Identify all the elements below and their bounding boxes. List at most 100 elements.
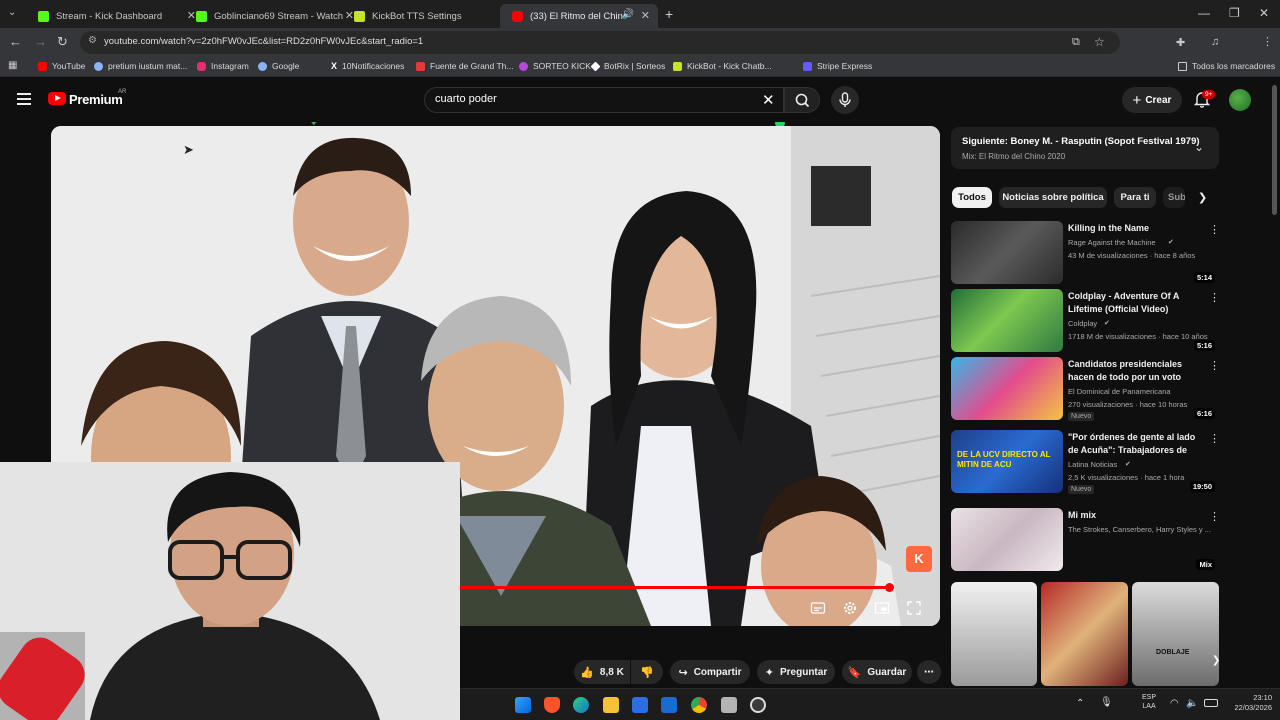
file-explorer-icon[interactable] [603, 697, 619, 713]
more-actions-button[interactable]: ⋯ [917, 660, 941, 684]
video-thumbnail[interactable] [951, 221, 1063, 284]
hamburger-menu-icon[interactable] [17, 93, 31, 105]
windows-start-icon[interactable] [515, 697, 531, 713]
subtitles-icon[interactable] [810, 600, 826, 616]
wifi-icon[interactable]: ◠ [1170, 698, 1179, 709]
save-button[interactable]: 🔖 Guardar [842, 660, 912, 684]
page-scrollbar[interactable] [1272, 85, 1277, 215]
ask-button[interactable]: ✦ Preguntar [757, 660, 835, 684]
bookmark-kickbot[interactable]: KickBot - Kick Chatb... [673, 61, 772, 71]
recommendation-item[interactable]: Mix Mi mix The Strokes, Canserbero, Harr… [951, 508, 1220, 574]
chip-sub[interactable]: Sub [1163, 187, 1185, 208]
bookmark-fuente-gta[interactable]: Fuente de Grand Th... [416, 61, 513, 71]
up-next-mix-panel[interactable]: Siguiente: Boney M. - Rasputin (Sopot Fe… [951, 127, 1219, 169]
search-input[interactable] [435, 93, 735, 105]
video-thumbnail[interactable] [951, 508, 1063, 571]
video-title[interactable]: Mi mix [1068, 509, 1203, 522]
address-bar[interactable]: ⚙ youtube.com/watch?v=2z0hFW0vJEc&list=R… [80, 31, 1120, 54]
like-button[interactable]: 👍 8,8 K [574, 660, 630, 684]
recommendation-item[interactable]: DE LA UCV DIRECTO AL MITIN DE ACU 19:50 … [951, 430, 1220, 496]
chip-todos[interactable]: Todos [952, 187, 992, 208]
video-title[interactable]: "Por órdenes de gente al lado de Acuña":… [1068, 431, 1203, 457]
recommendation-item[interactable]: 5:16 Coldplay - Adventure Of A Lifetime … [951, 289, 1220, 355]
clear-search-icon[interactable]: ✕ [762, 91, 775, 109]
site-info-icon[interactable]: ⚙ [88, 35, 97, 46]
tab-kickbot-tts[interactable]: KickBot TTS Settings ✕ [342, 4, 520, 28]
media-control-icon[interactable]: ♫ [1211, 36, 1219, 48]
channel-name[interactable]: El Dominical de Panamericana [1068, 387, 1171, 396]
apps-grid-icon[interactable]: ▦ [8, 60, 17, 71]
obs-recording-icon[interactable] [750, 697, 766, 713]
shorts-thumbnail[interactable] [1041, 582, 1128, 686]
channel-name[interactable]: Coldplay [1068, 319, 1097, 328]
more-options-icon[interactable]: ⋮ [1209, 291, 1220, 304]
chip-noticias-politica[interactable]: Noticias sobre política [999, 187, 1107, 208]
tab-goblinciano-stream[interactable]: Goblinciano69 Stream - Watch ✕ [184, 4, 362, 28]
settings-gear-icon[interactable] [842, 600, 858, 616]
more-options-icon[interactable]: ⋮ [1209, 510, 1220, 523]
minimize-icon[interactable]: — [1198, 6, 1210, 20]
search-button[interactable] [784, 87, 820, 113]
account-avatar[interactable] [1229, 89, 1251, 111]
video-thumbnail[interactable] [951, 357, 1063, 420]
keyboard-language-indicator[interactable]: ESP LAA [1142, 693, 1156, 711]
system-clock[interactable]: 23:10 22/03/2026 [1224, 693, 1272, 713]
chrome-menu-icon[interactable]: ⋮ [1262, 35, 1273, 48]
chrome-icon[interactable] [691, 697, 707, 713]
search-box[interactable] [424, 87, 784, 113]
miniplayer-icon[interactable] [874, 600, 890, 616]
bookmark-youtube[interactable]: YouTube [38, 61, 85, 71]
brave-browser-icon[interactable] [544, 697, 560, 713]
bookmark-botrix[interactable]: BotRix | Sorteos [590, 61, 665, 71]
back-icon[interactable]: ← [9, 34, 22, 49]
install-app-icon[interactable]: ⧉ [1072, 36, 1080, 49]
store-icon[interactable] [632, 697, 648, 713]
bookmark-sorteo-kick[interactable]: SORTEO KICK [519, 61, 591, 71]
channel-name[interactable]: Rage Against the Machine [1068, 238, 1156, 247]
edge-browser-icon[interactable] [573, 697, 589, 713]
chevron-down-icon[interactable]: ⌄ [1194, 140, 1204, 154]
video-progress-bar[interactable] [460, 586, 890, 589]
bookmark-google[interactable]: Google [258, 61, 299, 71]
fullscreen-icon[interactable] [906, 600, 922, 616]
bookmark-star-icon[interactable]: ☆ [1094, 35, 1105, 49]
all-bookmarks-folder[interactable]: Todos los marcadores [1178, 61, 1275, 71]
reload-icon[interactable]: ↻ [57, 34, 68, 50]
tab-search-icon[interactable]: ⌄ [8, 7, 16, 18]
shorts-thumbnail[interactable] [951, 582, 1037, 686]
recommendation-item[interactable]: 6:16 Candidatos presidenciales hacen de … [951, 357, 1220, 423]
bookmark-instagram[interactable]: Instagram [197, 61, 249, 71]
extensions-puzzle-icon[interactable]: ✚ [1176, 36, 1185, 49]
shorts-thumbnail[interactable]: DOBLAJE [1132, 582, 1219, 686]
bookmark-pretium[interactable]: pretium iustum mat... [94, 61, 187, 71]
video-title[interactable]: Killing in the Name [1068, 222, 1203, 235]
video-title[interactable]: Candidatos presidenciales hacen de todo … [1068, 358, 1203, 383]
chevron-right-icon[interactable]: ❯ [1198, 191, 1207, 204]
tab-youtube-active[interactable]: (33) El Ritmo del Chino 202 🔊 ✕ [500, 4, 658, 28]
youtube-logo-icon[interactable] [48, 92, 66, 105]
video-thumbnail[interactable] [951, 289, 1063, 352]
tab-kick-dashboard[interactable]: Stream - Kick Dashboard ✕ [26, 4, 204, 28]
bookmark-x-notificaciones[interactable]: X 10Notificaciones [331, 61, 404, 71]
speaker-icon[interactable]: 🔊 [622, 9, 634, 20]
close-icon[interactable]: ✕ [641, 9, 650, 22]
chevron-up-icon[interactable]: ⌃ [1076, 698, 1084, 709]
more-options-icon[interactable]: ⋮ [1209, 359, 1220, 372]
restore-icon[interactable]: ❐ [1229, 6, 1240, 20]
tray-mic-icon[interactable]: 🎙 [1100, 697, 1113, 708]
youtube-premium-label[interactable]: Premium [69, 92, 123, 107]
channel-name[interactable]: Latina Noticias [1068, 460, 1117, 469]
progress-scrubber[interactable] [885, 583, 894, 592]
forward-icon[interactable]: → [34, 34, 47, 49]
outlook-icon[interactable] [661, 697, 677, 713]
create-button[interactable]: + Crear [1122, 87, 1182, 113]
more-options-icon[interactable]: ⋮ [1209, 432, 1220, 445]
dislike-button[interactable]: 👎 [631, 660, 663, 684]
share-button[interactable]: ↪ Compartir [670, 660, 750, 684]
voice-search-button[interactable] [831, 86, 859, 114]
volume-icon[interactable]: 🔈 [1186, 698, 1198, 709]
more-options-icon[interactable]: ⋮ [1209, 223, 1220, 236]
battery-icon[interactable] [1204, 699, 1218, 707]
close-window-icon[interactable]: ✕ [1259, 6, 1269, 20]
app-icon[interactable] [721, 697, 737, 713]
